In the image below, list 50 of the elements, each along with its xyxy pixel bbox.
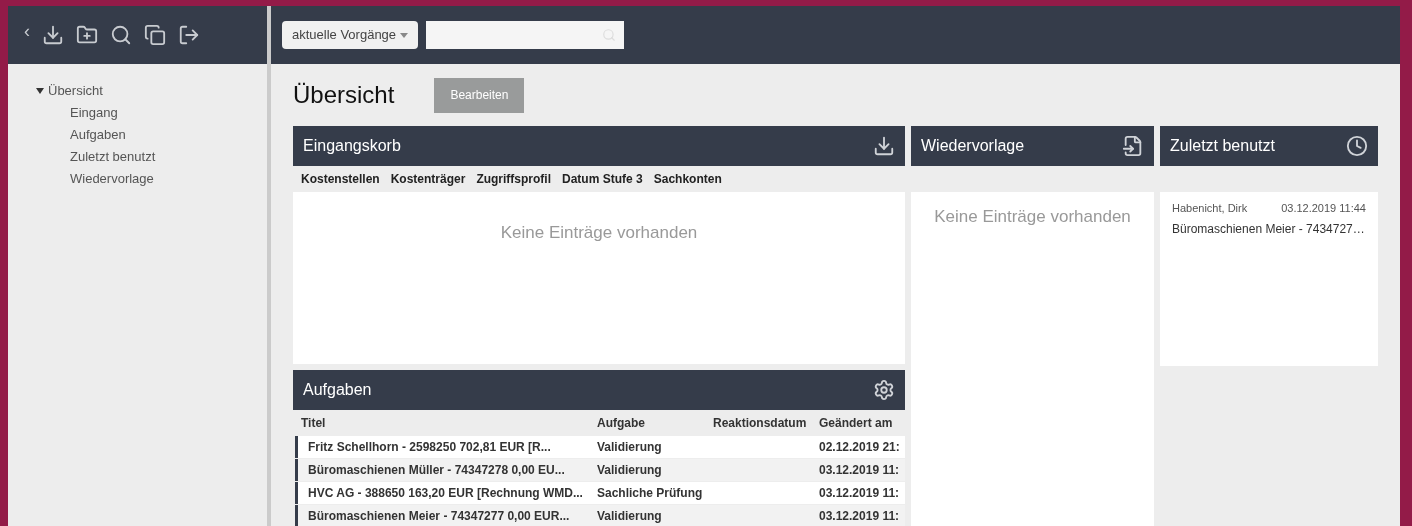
table-cell: Validierung xyxy=(589,459,705,481)
sidebar-item[interactable]: Zuletzt benutzt xyxy=(36,146,156,168)
table-cell: Validierung xyxy=(589,505,705,526)
filter-tab[interactable]: Datum Stufe 3 xyxy=(562,170,643,188)
empty-message: Keine Einträge vorhanden xyxy=(934,206,1131,228)
search-field[interactable] xyxy=(426,21,625,49)
column-header: Geändert am xyxy=(818,415,894,432)
entry-user: Habenicht, Dirk xyxy=(1172,201,1248,216)
scope-dropdown[interactable]: aktuelle Vorgänge xyxy=(282,21,419,49)
table-cell: 03.12.2019 11: xyxy=(811,459,905,481)
table-cell: 03.12.2019 11: xyxy=(811,505,905,526)
panel-title: Wiedervorlage xyxy=(921,136,1025,156)
column-header: Titel xyxy=(300,415,327,432)
page-title: Übersicht xyxy=(293,80,395,110)
document-arrow-icon[interactable] xyxy=(1122,135,1144,157)
panel-title: Aufgaben xyxy=(303,380,372,400)
add-folder-icon[interactable] xyxy=(76,24,98,46)
column-header: Aufgabe xyxy=(596,415,646,432)
panel-title: Zuletzt benutzt xyxy=(1170,136,1275,156)
sidebar-item[interactable]: Eingang xyxy=(36,102,118,124)
back-button[interactable]: ‹ xyxy=(24,22,30,40)
logout-icon[interactable] xyxy=(178,24,200,46)
filter-tab[interactable]: Zugriffsprofil xyxy=(476,170,552,188)
download-icon[interactable] xyxy=(873,135,895,157)
clock-icon[interactable] xyxy=(1346,135,1368,157)
filter-tab[interactable]: Kostenträger xyxy=(390,170,466,188)
table-cell: Büromaschienen Müller - 74347278 0,00 EU... xyxy=(295,459,589,481)
settings-icon[interactable] xyxy=(873,379,895,401)
table-cell: 02.12.2019 21: xyxy=(811,436,905,458)
download-icon[interactable] xyxy=(42,24,64,46)
table-cell: Sachliche Prüfung xyxy=(589,482,705,504)
sidebar-item[interactable]: Übersicht xyxy=(48,81,103,101)
caret-icon xyxy=(400,32,409,38)
empty-message: Keine Einträge vorhanden xyxy=(500,222,698,244)
filter-tab[interactable]: Sachkonten xyxy=(653,170,722,188)
sidebar-item[interactable]: Wiedervorlage xyxy=(36,168,154,190)
panel-title: Eingangskorb xyxy=(303,136,401,156)
column-header: Reaktionsdatum xyxy=(712,415,808,432)
copy-icon[interactable] xyxy=(144,24,166,46)
table-cell: 03.12.2019 11: xyxy=(811,482,905,504)
expand-caret-icon[interactable] xyxy=(36,88,44,94)
table-cell: Fritz Schellhorn - 2598250 702,81 EUR [R... xyxy=(295,436,589,458)
filter-tab[interactable]: Kostenstellen xyxy=(301,170,380,188)
sidebar-item[interactable]: Aufgaben xyxy=(36,124,126,146)
table-cell: Büromaschienen Meier - 74347277 0,00 EUR... xyxy=(295,505,589,526)
table-cell: HVC AG - 388650 163,20 EUR [Rechnung WMD... xyxy=(295,482,589,504)
search-icon[interactable] xyxy=(110,24,132,46)
table-cell: Validierung xyxy=(589,436,705,458)
entry-title[interactable]: Büromaschienen Meier - 7434727… xyxy=(1172,219,1365,238)
entry-date: 03.12.2019 11:44 xyxy=(1281,201,1366,216)
